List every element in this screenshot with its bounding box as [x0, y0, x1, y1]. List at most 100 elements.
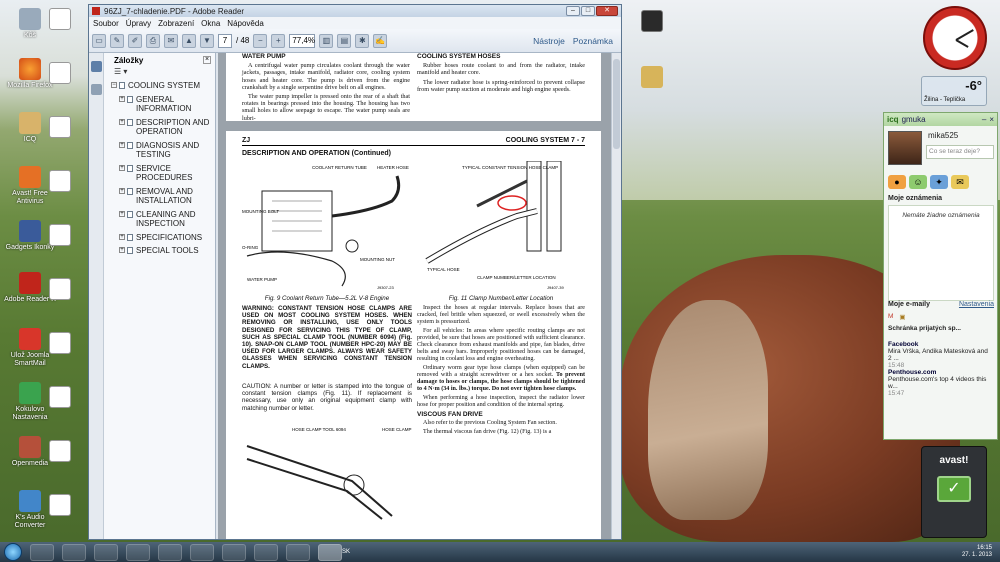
menu-zobrazeni[interactable]: Zobrazení	[158, 19, 194, 28]
text-column: WATER PUMP A centrifugal water pump circ…	[242, 53, 410, 121]
next-page-icon[interactable]: ▼	[200, 33, 214, 48]
weather-gadget[interactable]: -6° Žilina - Teplička	[921, 76, 987, 106]
menu-napoveda[interactable]: Nápověda	[227, 19, 263, 28]
desktop-folder-icon[interactable]	[622, 10, 682, 34]
svg-text:WATER PUMP: WATER PUMP	[247, 277, 277, 282]
edit-icon[interactable]: ✐	[128, 33, 142, 48]
taskbar-app-icon[interactable]	[222, 543, 246, 561]
desktop-folder-icon[interactable]	[622, 66, 682, 90]
print-icon[interactable]: ⎙	[146, 33, 160, 48]
bookmark-item[interactable]: + SPECIAL TOOLS	[119, 246, 215, 256]
bookmark-item[interactable]: + REMOVAL AND INSTALLATION	[119, 187, 215, 206]
fit-width-icon[interactable]: ▤	[337, 33, 352, 48]
avast-gadget[interactable]: avast! ✓	[921, 446, 987, 538]
minimize-button[interactable]: –	[566, 6, 580, 16]
warning-text: WARNING: CONSTANT TENSION HOSE CLAMPS AR…	[242, 305, 412, 370]
close-icon[interactable]: ×	[989, 115, 994, 124]
taskbar-app-icon[interactable]	[254, 543, 278, 561]
taskbar-ie-icon[interactable]	[30, 543, 54, 561]
taskbar-app-icon[interactable]	[286, 543, 310, 561]
desktop-file-icon[interactable]	[30, 386, 90, 410]
desktop-file-icon[interactable]	[30, 494, 90, 518]
title-bar[interactable]: 96ZJ_7-chladenie.PDF - Adobe Reader – □ …	[89, 5, 621, 17]
document-view[interactable]: WATER PUMP A centrifugal water pump circ…	[218, 53, 621, 539]
menu-upravy[interactable]: Úpravy	[126, 19, 151, 28]
mail-item[interactable]: Facebook Mira Vrška, Andika Matesková and…	[888, 341, 992, 369]
desktop-file-icon[interactable]	[30, 440, 90, 464]
chat-icon[interactable]: ▣	[899, 313, 905, 321]
clock-hour-hand	[955, 39, 969, 48]
section-title: DESCRIPTION AND OPERATION (Continued)	[242, 150, 391, 157]
open-icon[interactable]: ▭	[92, 33, 106, 48]
zoom-level-select[interactable]: 77,4%	[289, 33, 316, 48]
tray-clock[interactable]: 16:15 27. 1. 2013	[962, 545, 1000, 559]
svg-text:TYPICAL CONSTANT TENSION HOSE: TYPICAL CONSTANT TENSION HOSE CLAMP	[462, 165, 558, 170]
taskbar-reader-icon[interactable]	[318, 543, 342, 561]
contact-name: mika525	[928, 131, 959, 140]
page-number-input[interactable]: 7	[218, 33, 232, 48]
bookmark-item[interactable]: + CLEANING AND INSPECTION	[119, 210, 215, 229]
pdf-page: WATER PUMP A centrifugal water pump circ…	[226, 53, 601, 121]
bookmark-item[interactable]: + SERVICE PROCEDURES	[119, 164, 215, 183]
comment-panel-button[interactable]: Poznámka	[573, 36, 613, 46]
scrollbar-thumb[interactable]	[613, 59, 620, 149]
tab-contacts[interactable]: ☺	[909, 175, 927, 189]
bookmarks-icon[interactable]	[91, 61, 102, 72]
settings-link[interactable]: Nastavenia	[959, 301, 994, 308]
icq-titlebar[interactable]: icq gmuka – ×	[884, 113, 997, 126]
avatar[interactable]	[888, 131, 922, 165]
tools-button[interactable]: Nástroje	[533, 36, 565, 46]
desktop-file-icon[interactable]	[30, 62, 90, 86]
zoom-out-icon[interactable]: −	[253, 33, 268, 48]
clock-gadget[interactable]	[923, 6, 987, 70]
sign-icon[interactable]: ✍	[373, 33, 388, 48]
inbox-label[interactable]: Schránka prijatých sp...	[888, 325, 992, 332]
gmail-icon[interactable]: M	[888, 313, 893, 321]
desktop-file-icon[interactable]	[30, 332, 90, 356]
comment-icon[interactable]: ✱	[355, 33, 370, 48]
create-pdf-icon[interactable]: ✎	[110, 33, 124, 48]
desktop-file-icon[interactable]	[30, 278, 90, 302]
taskbar-firefox-icon[interactable]	[158, 543, 182, 561]
prev-page-icon[interactable]: ▲	[182, 33, 196, 48]
email-icon[interactable]: ✉	[164, 33, 178, 48]
vertical-scrollbar[interactable]	[611, 53, 621, 539]
start-button[interactable]	[4, 543, 22, 561]
close-icon[interactable]: ×	[203, 56, 211, 64]
desktop-file-icon[interactable]	[30, 224, 90, 248]
maximize-button[interactable]: □	[581, 6, 595, 16]
taskbar-explorer-icon[interactable]	[62, 543, 86, 561]
fit-page-icon[interactable]: ▥	[319, 33, 334, 48]
wallpaper-horse-mane	[648, 300, 768, 520]
desktop-file-icon[interactable]	[30, 170, 90, 194]
menu-soubor[interactable]: Soubor	[93, 19, 119, 28]
bookmark-item[interactable]: + GENERAL INFORMATION	[119, 95, 215, 114]
adobe-icon	[92, 7, 100, 15]
desktop-file-icon[interactable]	[30, 116, 90, 140]
tab-notifications[interactable]: ●	[888, 175, 906, 189]
minimize-icon[interactable]: –	[982, 115, 986, 124]
bookmark-item[interactable]: + DESCRIPTION AND OPERATION	[119, 118, 215, 137]
close-button[interactable]: ✕	[596, 6, 618, 16]
taskbar-app-icon[interactable]	[190, 543, 214, 561]
bookmark-item[interactable]: + SPECIFICATIONS	[119, 233, 215, 243]
mail-item[interactable]: Penthouse.com Penthouse.com's top 4 video…	[888, 369, 992, 397]
adobe-reader-window[interactable]: 96ZJ_7-chladenie.PDF - Adobe Reader – □ …	[88, 4, 622, 540]
figure-caption: Fig. 9 Coolant Return Tube—5.2L V-8 Engi…	[264, 295, 390, 302]
bookmark-options-button[interactable]: ☰ ▾	[114, 67, 215, 81]
zoom-in-icon[interactable]: +	[271, 33, 286, 48]
svg-text:J9307-23: J9307-23	[377, 285, 394, 290]
bookmark-item[interactable]: + DIAGNOSIS AND TESTING	[119, 141, 215, 160]
tab-chat[interactable]: ✉	[951, 175, 969, 189]
taskbar-media-icon[interactable]	[94, 543, 118, 561]
attachments-icon[interactable]	[91, 84, 102, 95]
bookmark-root[interactable]: − COOLING SYSTEM	[111, 81, 215, 91]
tab-apps[interactable]: ✦	[930, 175, 948, 189]
language-indicator[interactable]: SK	[342, 549, 350, 555]
menu-okna[interactable]: Okna	[201, 19, 220, 28]
desktop-file-icon[interactable]	[30, 8, 90, 32]
icq-window[interactable]: icq gmuka – × mika525 Co se teraz deje? …	[883, 112, 998, 440]
svg-text:HEATER HOSE: HEATER HOSE	[377, 165, 409, 170]
status-input[interactable]: Co se teraz deje?	[926, 145, 994, 159]
taskbar-icq-icon[interactable]	[126, 543, 150, 561]
